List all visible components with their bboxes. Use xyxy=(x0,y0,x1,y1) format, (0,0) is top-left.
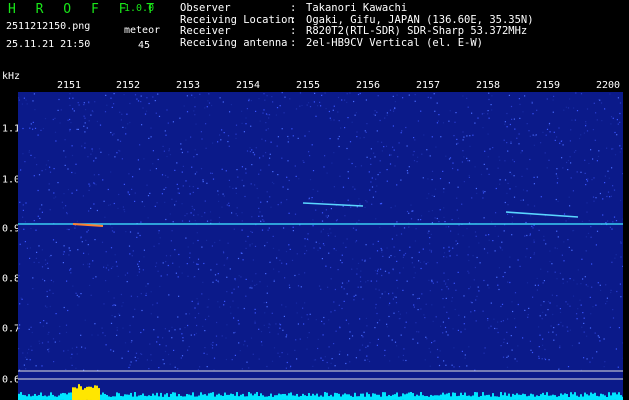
x-tick-label: 2159 xyxy=(535,80,561,91)
info-sep: : xyxy=(290,36,297,49)
x-tick-label: 2153 xyxy=(175,80,201,91)
info-key: Receiving antenna xyxy=(180,36,288,49)
x-tick-label: 2155 xyxy=(295,80,321,91)
meteor-label: meteor xyxy=(124,25,161,36)
app-version: 1.0.0 xyxy=(124,3,155,14)
info-value: Takanori Kawachi xyxy=(306,2,408,14)
spectrogram-background xyxy=(18,92,623,400)
x-tick-label: 2152 xyxy=(115,80,141,91)
x-tick-label: 2154 xyxy=(235,80,261,91)
info-value: 2el-HB9CV Vertical (el. E-W) xyxy=(306,36,484,49)
info-key: Receiver xyxy=(180,25,231,37)
header: H R O F F T 1.0.0 2511212150.png meteor … xyxy=(0,0,629,91)
info-sep: : xyxy=(290,2,297,14)
file-name: 2511212150.png xyxy=(6,21,91,32)
x-tick-label: 2156 xyxy=(355,80,381,91)
info-value: R820T2(RTL-SDR) SDR-Sharp 53.372MHz xyxy=(306,25,528,37)
meteor-count: 45 xyxy=(138,40,151,51)
info-row-observer: Observer : Takanori Kawachi xyxy=(180,2,534,15)
x-tick-label: 2151 xyxy=(56,80,82,91)
x-tick-label: 2158 xyxy=(475,80,501,91)
y-axis-unit: kHz xyxy=(2,71,21,82)
station-info: Observer : Takanori Kawachi Receiving Lo… xyxy=(180,2,534,50)
x-tick-label: 2157 xyxy=(415,80,441,91)
spectrogram xyxy=(18,92,623,400)
info-key: Observer xyxy=(180,2,231,14)
x-tick-label: 2200 xyxy=(595,80,621,91)
timestamp: 25.11.21 21:50 xyxy=(6,39,91,50)
info-row-antenna: Receiving antenna : 2el-HB9CV Vertical (… xyxy=(180,36,534,50)
info-sep: : xyxy=(290,25,297,37)
info-row-receiver: Receiver : R820T2(RTL-SDR) SDR-Sharp 53.… xyxy=(180,25,534,38)
